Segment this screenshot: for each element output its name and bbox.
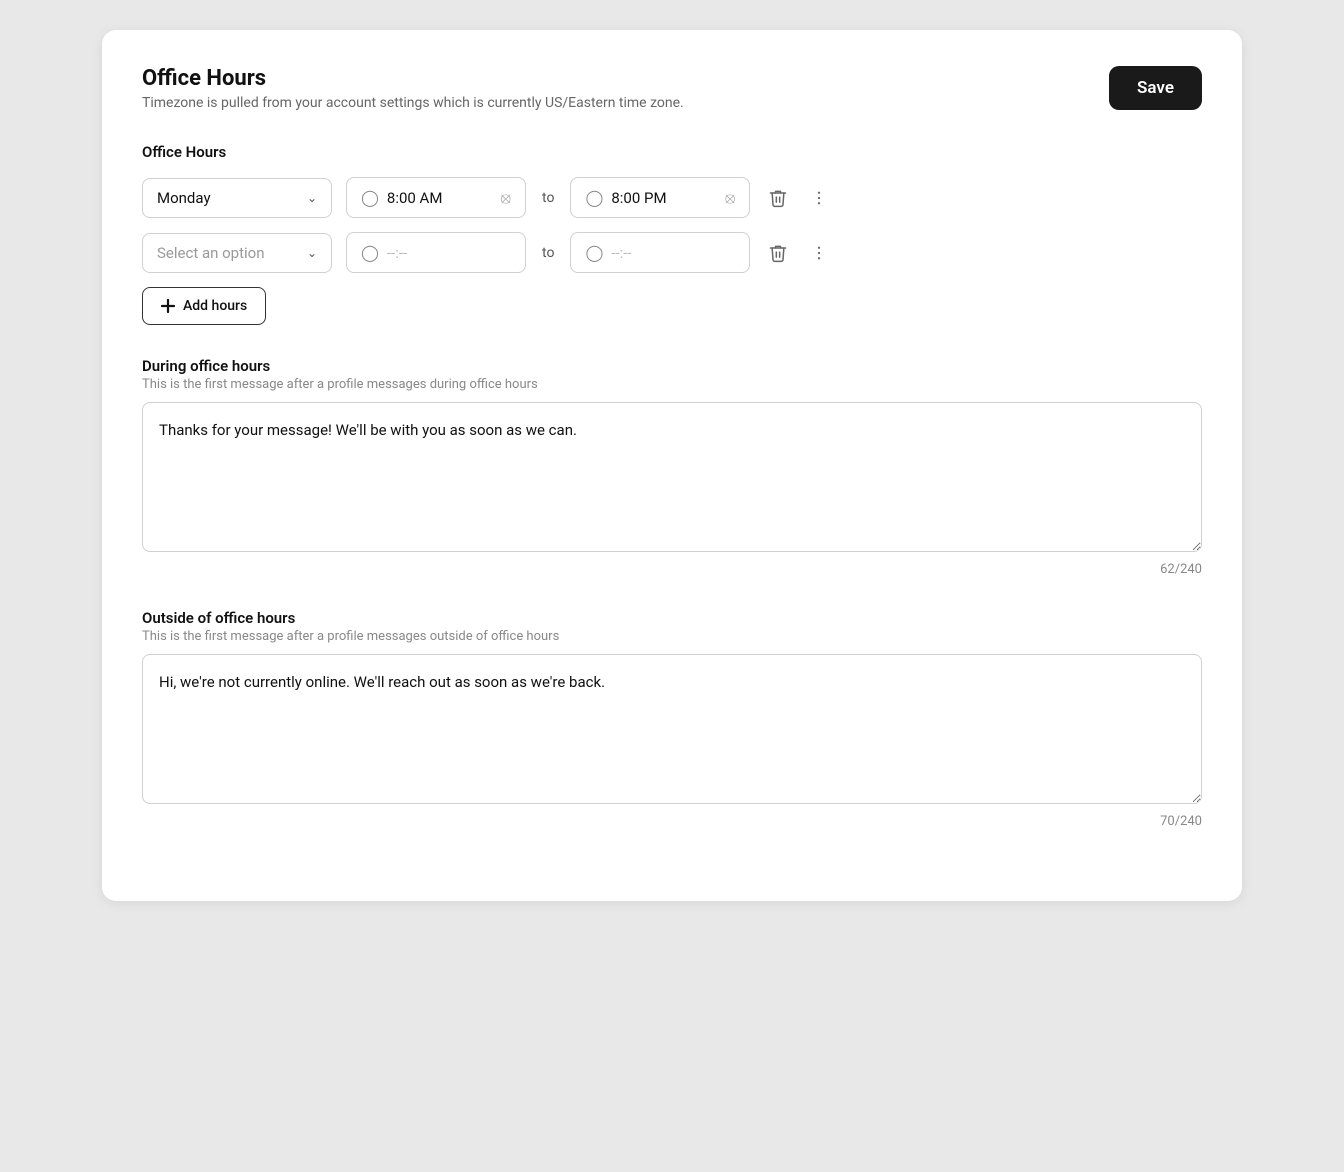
clock-icon-end-1: ◯ [585,188,603,207]
day-select-empty[interactable]: Select an option ⌄ [142,233,332,273]
page-subtitle: Timezone is pulled from your account set… [142,95,684,111]
during-office-subtitle: This is the first message after a profil… [142,377,1202,392]
start-time-placeholder-2: --:-- [387,244,511,262]
day-select-value: Monday [157,189,211,207]
outside-office-subtitle: This is the first message after a profil… [142,629,1202,644]
clock-icon-start-2: ◯ [361,243,379,262]
outside-office-hours-section: Outside of office hours This is the firs… [142,609,1202,829]
during-office-title: During office hours [142,357,1202,375]
more-options-row-1-button[interactable] [806,185,832,211]
office-hours-section-title: Office Hours [142,143,1202,161]
page-title: Office Hours [142,66,684,91]
end-time-input-1[interactable]: ◯ 8:00 PM ⦻ [570,177,750,218]
clear-end-time-1[interactable]: ⦻ [725,190,736,206]
day-select-monday[interactable]: Monday ⌄ [142,178,332,218]
header: Office Hours Timezone is pulled from you… [142,66,1202,111]
to-label-1: to [540,190,556,206]
during-office-hours-section: During office hours This is the first me… [142,357,1202,577]
office-hours-section: Office Hours Monday ⌄ ◯ 8:00 AM ⦻ to ◯ 8… [142,143,1202,325]
add-hours-label: Add hours [183,298,247,314]
end-time-input-2[interactable]: ◯ --:-- [570,232,750,273]
more-options-row-2-button[interactable] [806,240,832,266]
header-text: Office Hours Timezone is pulled from you… [142,66,684,111]
office-hours-card: Office Hours Timezone is pulled from you… [102,30,1242,901]
start-time-input-2[interactable]: ◯ --:-- [346,232,526,273]
to-label-2: to [540,245,556,261]
hours-row-2: Select an option ⌄ ◯ --:-- to ◯ --:-- [142,232,1202,273]
chevron-down-icon-2: ⌄ [307,246,317,260]
save-button[interactable]: Save [1109,66,1202,110]
end-time-value-1: 8:00 PM [611,189,717,207]
day-select-placeholder: Select an option [157,244,264,262]
delete-row-2-button[interactable] [764,239,792,267]
delete-row-1-button[interactable] [764,184,792,212]
start-time-value-1: 8:00 AM [387,189,493,207]
end-time-placeholder-2: --:-- [611,244,735,262]
hours-row-1: Monday ⌄ ◯ 8:00 AM ⦻ to ◯ 8:00 PM ⦻ [142,177,1202,218]
outside-office-char-count: 70/240 [142,814,1202,829]
during-office-char-count: 62/240 [142,562,1202,577]
outside-office-title: Outside of office hours [142,609,1202,627]
add-hours-button[interactable]: Add hours [142,287,266,325]
clock-icon-start-1: ◯ [361,188,379,207]
outside-office-textarea[interactable]: Hi, we're not currently online. We'll re… [142,654,1202,804]
clock-icon-end-2: ◯ [585,243,603,262]
chevron-down-icon: ⌄ [307,191,317,205]
start-time-input-1[interactable]: ◯ 8:00 AM ⦻ [346,177,526,218]
clear-start-time-1[interactable]: ⦻ [500,190,511,206]
during-office-textarea[interactable]: Thanks for your message! We'll be with y… [142,402,1202,552]
